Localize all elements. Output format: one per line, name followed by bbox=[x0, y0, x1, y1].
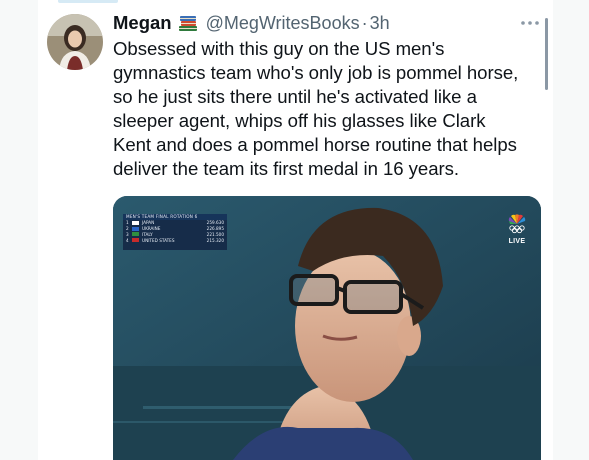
scoreboard-country: JAPAN bbox=[142, 220, 155, 226]
tweet-text: Obsessed with this guy on the US men's g… bbox=[113, 38, 519, 179]
scoreboard-country: UNITED STATES bbox=[142, 237, 175, 243]
live-label: LIVE bbox=[508, 238, 526, 245]
timestamp[interactable]: 3h bbox=[370, 13, 390, 34]
left-gutter bbox=[0, 0, 38, 460]
author-handle[interactable]: @MegWritesBooks bbox=[206, 13, 360, 34]
flag-icon bbox=[132, 220, 139, 225]
flag-icon bbox=[132, 238, 139, 243]
scoreboard: MEN'S TEAM FINAL ROTATION 6 1 JAPAN 259.… bbox=[123, 214, 227, 250]
more-options-icon[interactable] bbox=[519, 14, 541, 25]
right-gutter bbox=[553, 0, 589, 460]
separator-dot: · bbox=[361, 12, 368, 33]
tweet-header: Megan @MegWritesBooks · 3h bbox=[113, 9, 390, 37]
scoreboard-country: UKRAINE bbox=[142, 226, 161, 232]
scrollbar[interactable] bbox=[545, 18, 548, 90]
peacock-olympic-rings-icon bbox=[507, 214, 527, 234]
scoreboard-score: 226.895 bbox=[206, 226, 224, 232]
scoreboard-score: 215.320 bbox=[206, 237, 224, 243]
scoreboard-score: 221.500 bbox=[206, 231, 224, 237]
avatar[interactable] bbox=[47, 14, 103, 70]
scoreboard-score: 259.630 bbox=[206, 220, 224, 226]
tweet-media-video[interactable]: MEN'S TEAM FINAL ROTATION 6 1 JAPAN 259.… bbox=[113, 196, 541, 460]
scoreboard-row: 4 UNITED STATES 215.320 bbox=[123, 237, 227, 243]
books-emoji-icon bbox=[177, 12, 199, 34]
flag-icon bbox=[132, 232, 139, 237]
scoreboard-country: ITALY bbox=[142, 231, 153, 237]
author-name[interactable]: Megan bbox=[113, 12, 172, 34]
top-accent-bar bbox=[58, 0, 118, 3]
flag-icon bbox=[132, 226, 139, 231]
